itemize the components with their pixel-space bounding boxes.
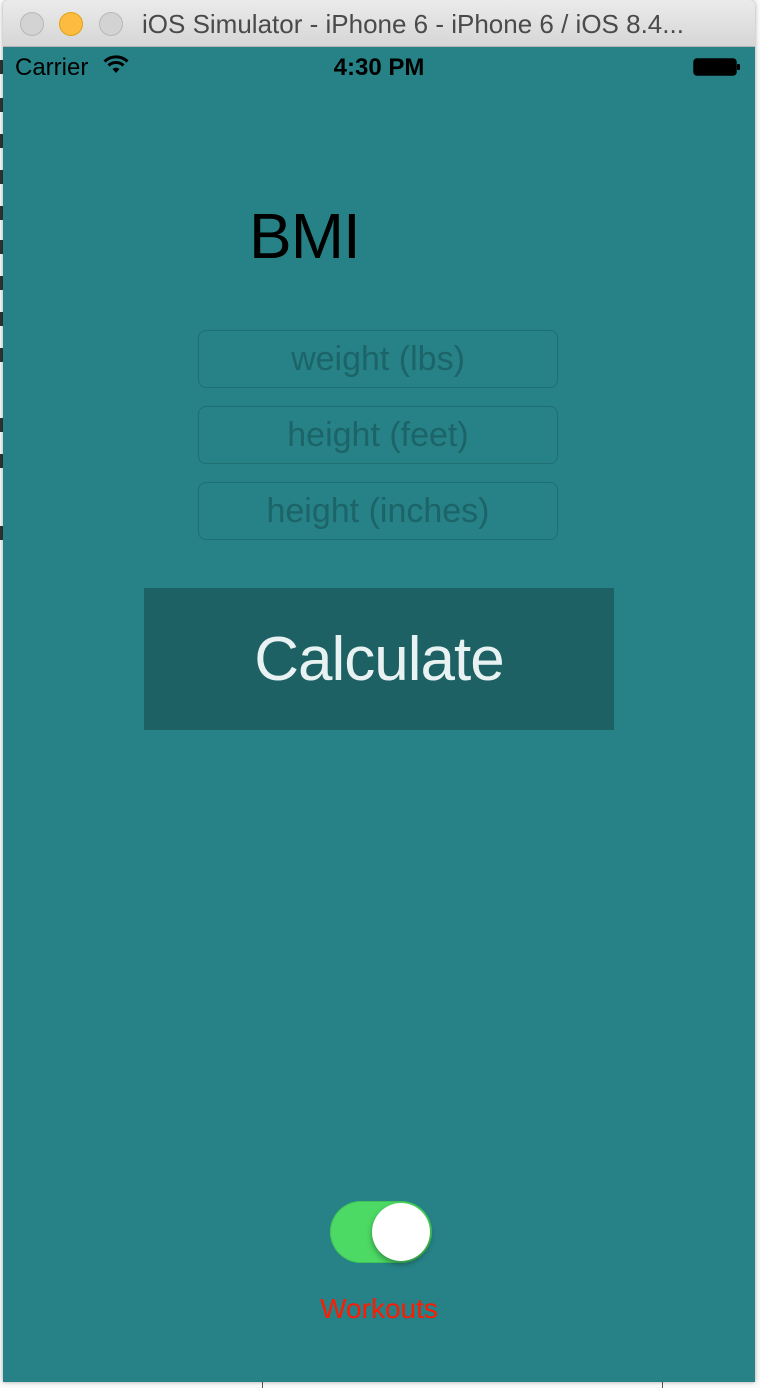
weight-input[interactable]: [198, 330, 558, 388]
zoom-window-button[interactable]: [99, 12, 123, 36]
window-title: iOS Simulator - iPhone 6 - iPhone 6 / iO…: [142, 9, 684, 39]
phone-screen: Carrier 4:30 PM BMI Calculate Workouts: [3, 47, 755, 1382]
toggle-knob[interactable]: [372, 1203, 430, 1261]
workouts-toggle[interactable]: [330, 1201, 432, 1263]
minimize-window-button[interactable]: [59, 12, 83, 36]
battery-icon: [693, 58, 740, 76]
simulator-window: iOS Simulator - iPhone 6 - iPhone 6 / iO…: [3, 0, 755, 1382]
height-inches-input[interactable]: [198, 482, 558, 540]
calculate-button[interactable]: Calculate: [144, 588, 614, 730]
height-feet-input[interactable]: [198, 406, 558, 464]
page-title: BMI: [249, 200, 361, 272]
status-time: 4:30 PM: [333, 54, 425, 81]
window-titlebar[interactable]: iOS Simulator - iPhone 6 - iPhone 6 / iO…: [3, 0, 755, 47]
status-bar: Carrier 4:30 PM: [3, 47, 755, 87]
close-window-button[interactable]: [20, 12, 44, 36]
workouts-label: Workouts: [320, 1293, 438, 1324]
